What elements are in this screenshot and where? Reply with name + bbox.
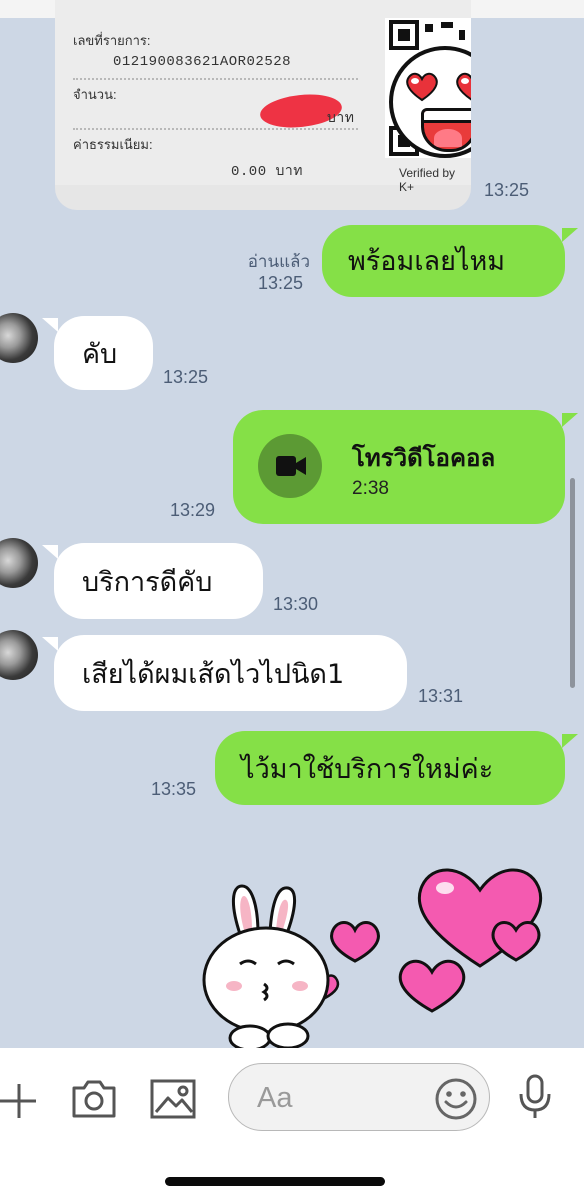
- divider: [73, 128, 358, 130]
- plus-icon[interactable]: [0, 1082, 38, 1120]
- video-call-button[interactable]: [258, 434, 322, 498]
- receipt-slip: เลขที่รายการ: 012190083621AOR02528 จำนวน…: [55, 0, 471, 194]
- message-time: 13:30: [273, 594, 319, 614]
- txn-value: 012190083621AOR02528: [113, 54, 292, 70]
- receipt-image-message[interactable]: เลขที่รายการ: 012190083621AOR02528 จำนวน…: [55, 0, 471, 210]
- avatar[interactable]: [0, 630, 38, 680]
- incoming-message[interactable]: คับ: [54, 316, 153, 390]
- chat-area[interactable]: เลขที่รายการ: 012190083621AOR02528 จำนวน…: [0, 0, 584, 1048]
- home-indicator[interactable]: [165, 1177, 385, 1186]
- bubble-tail: [42, 637, 58, 651]
- message-time: 13:29: [170, 500, 216, 520]
- incoming-message[interactable]: เสียได้ผมเส้ดไวไปนิด1: [54, 635, 407, 711]
- message-text: คับ: [82, 339, 118, 370]
- bubble-tail: [562, 228, 578, 242]
- emoji-icon[interactable]: [434, 1077, 478, 1121]
- qr-code: [385, 18, 471, 158]
- bunny-hearts-sticker[interactable]: [200, 846, 545, 1048]
- message-time: 13:31: [418, 686, 464, 706]
- bubble-tail: [42, 318, 58, 332]
- message-time: 13:25: [258, 273, 304, 293]
- image-icon[interactable]: [150, 1078, 196, 1120]
- bubble-tail: [562, 734, 578, 748]
- avatar[interactable]: [0, 538, 38, 588]
- bubble-tail: [42, 545, 58, 559]
- bubble-tail: [562, 413, 578, 427]
- outgoing-message[interactable]: พร้อมเลยไหม: [322, 225, 565, 297]
- amount-label: จำนวน:: [73, 87, 117, 102]
- message-input-box[interactable]: [228, 1063, 490, 1131]
- divider: [73, 78, 358, 80]
- incoming-message[interactable]: บริการดีคับ: [54, 543, 263, 619]
- avatar[interactable]: [0, 313, 38, 363]
- message-time: 13:25: [163, 367, 209, 387]
- message-time: 13:35: [151, 779, 197, 799]
- call-title: โทรวิดีโอคอล: [352, 444, 496, 472]
- txn-label: เลขที่รายการ:: [73, 33, 151, 48]
- video-camera-icon: [276, 456, 306, 476]
- outgoing-message[interactable]: ไว้มาใช้บริการใหม่ค่ะ: [215, 731, 565, 805]
- microphone-icon[interactable]: [517, 1074, 553, 1120]
- message-time: 13:25: [484, 180, 530, 200]
- camera-icon[interactable]: [70, 1078, 118, 1120]
- fee-label: ค่าธรรมเนียม:: [73, 137, 153, 152]
- amount-unit: บาท: [327, 111, 355, 127]
- message-input[interactable]: [255, 1078, 439, 1118]
- verified-badge: Verified by K+: [399, 166, 456, 194]
- message-text: พร้อมเลยไหม: [348, 246, 506, 277]
- message-text: เสียได้ผมเส้ดไวไปนิด1: [82, 659, 345, 690]
- fee-value: 0.00 บาท: [231, 164, 303, 180]
- message-text: บริการดีคับ: [82, 567, 213, 598]
- scrollbar[interactable]: [570, 478, 575, 688]
- message-text: ไว้มาใช้บริการใหม่ค่ะ: [241, 754, 494, 785]
- read-receipt: อ่านแล้ว: [247, 252, 310, 271]
- call-duration: 2:38: [352, 478, 389, 499]
